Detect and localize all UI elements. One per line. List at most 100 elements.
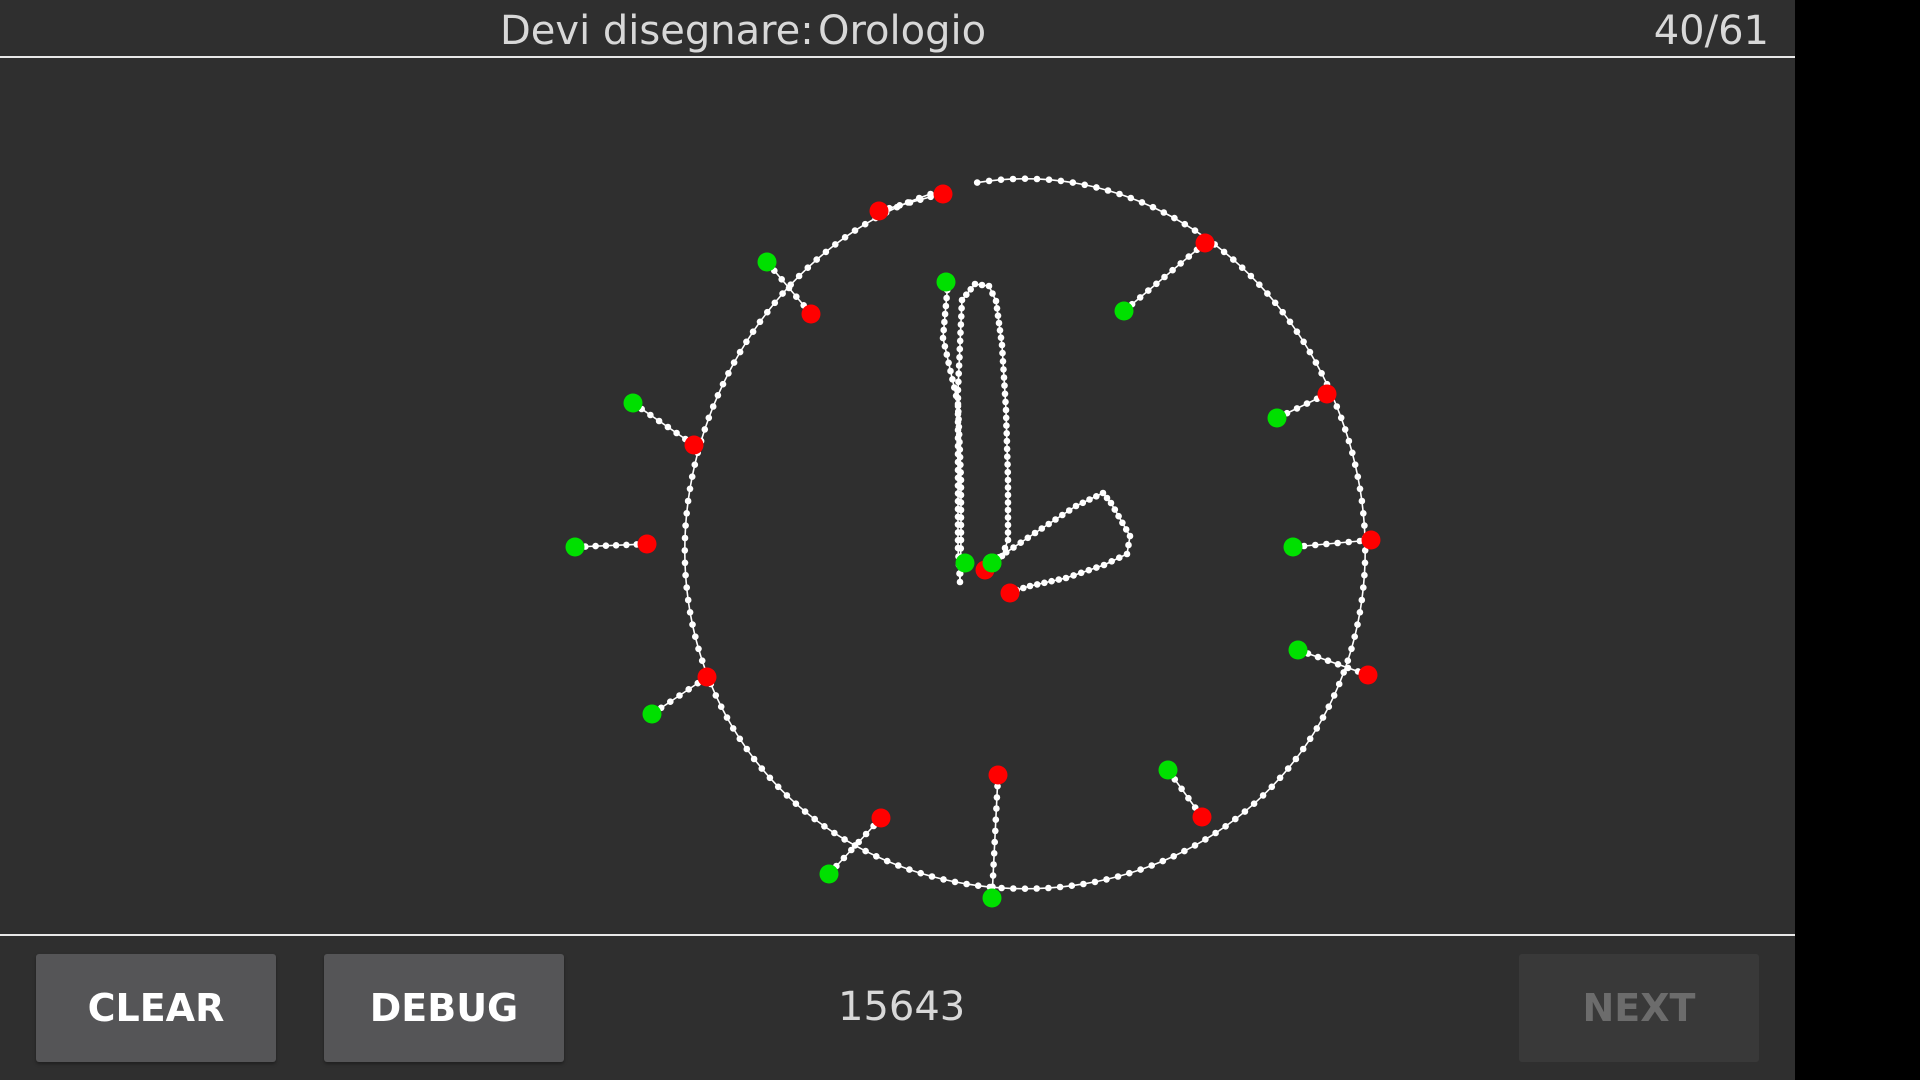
stroke-point [1004, 484, 1012, 491]
stroke-point [990, 850, 998, 857]
stroke-point [1169, 266, 1176, 274]
stroke-point [729, 725, 737, 732]
stroke-point [989, 290, 996, 297]
stroke-point [676, 692, 683, 699]
stroke-point [1116, 554, 1123, 561]
stroke-12 [869, 190, 945, 221]
stroke-point [1126, 532, 1134, 540]
stroke-point [999, 349, 1006, 357]
stroke-point [1334, 661, 1342, 668]
stroke-point [955, 378, 962, 386]
stroke-point [945, 359, 952, 367]
stroke-point [1045, 884, 1052, 892]
stroke-point [831, 829, 838, 837]
stroke-point [1334, 539, 1341, 547]
stroke-point [1299, 745, 1307, 753]
stroke-point [1077, 569, 1085, 577]
stroke-point [985, 177, 993, 185]
next-button: NEXT [1519, 954, 1759, 1062]
stroke-start-marker [757, 252, 777, 272]
stroke-point [999, 358, 1007, 365]
stroke-point [1247, 272, 1255, 280]
stroke-point [779, 290, 786, 297]
stroke-point [683, 510, 690, 517]
stroke-point [712, 692, 720, 699]
stroke-point [954, 410, 962, 418]
stroke-point [1358, 596, 1366, 604]
stroke-point [1004, 536, 1012, 544]
stroke-point [750, 755, 758, 763]
stroke-point [956, 337, 964, 345]
stroke-end-marker [871, 808, 891, 828]
stroke-point [1303, 400, 1311, 407]
stroke-point [993, 805, 1000, 812]
stroke-point [592, 542, 599, 550]
stroke-point [664, 423, 672, 431]
stroke-point [940, 326, 947, 334]
stroke-point [793, 293, 800, 300]
stroke-point [954, 402, 962, 410]
stroke-point [989, 872, 997, 879]
stroke-start-marker [623, 393, 643, 413]
stroke-point [997, 334, 1005, 342]
debug-button[interactable]: DEBUG [324, 954, 564, 1062]
clear-button[interactable]: CLEAR [36, 954, 276, 1062]
stroke-point [673, 429, 680, 437]
stroke-1 [1114, 233, 1215, 321]
stroke-point [1010, 544, 1017, 551]
stroke-start-marker [1114, 301, 1134, 321]
progress-counter: 40/61 [1653, 8, 1769, 54]
stroke-point [1324, 657, 1332, 664]
stroke-point [1065, 507, 1073, 514]
stroke-point [1070, 572, 1077, 579]
stroke-point [855, 838, 862, 846]
stroke-point [1116, 190, 1123, 198]
stroke-point [1292, 755, 1300, 763]
stroke-point [992, 297, 1000, 305]
stroke-point [1230, 256, 1237, 263]
stroke-point [954, 529, 962, 536]
stroke-point [1161, 273, 1168, 281]
stroke-point [725, 370, 732, 377]
stroke-point [1085, 566, 1093, 574]
stroke-point [956, 578, 964, 586]
stroke-point [1059, 511, 1066, 519]
stroke-point [954, 521, 962, 528]
stroke-point [1003, 422, 1010, 429]
stroke-point [1055, 576, 1063, 583]
stroke-point [1091, 878, 1099, 886]
stroke-point [1122, 526, 1130, 533]
stroke-point [689, 621, 696, 628]
stroke-point [851, 227, 859, 234]
stroke-point [1136, 294, 1144, 301]
stroke-point [1026, 582, 1034, 590]
stroke-point [954, 386, 962, 394]
stroke-point [1086, 496, 1093, 503]
stroke-point [1232, 815, 1239, 823]
stroke-2 [1267, 384, 1337, 428]
stroke-point [1004, 514, 1012, 521]
stroke-point [691, 461, 699, 469]
stroke-point [1286, 318, 1294, 326]
stroke-start-marker [565, 537, 585, 557]
stroke-start-marker [1288, 640, 1308, 660]
stroke-point [1001, 382, 1008, 389]
drawing-canvas[interactable] [0, 58, 1795, 934]
stroke-point [811, 815, 818, 823]
stroke-point [736, 348, 744, 356]
stroke-point [1323, 540, 1330, 548]
stroke-point [954, 513, 962, 521]
stroke-point [681, 547, 689, 554]
stroke-point [1045, 176, 1053, 183]
stroke-point [1003, 437, 1011, 445]
stroke-point [940, 876, 947, 883]
stroke-8 [642, 667, 717, 724]
stroke-point [995, 319, 1003, 327]
stroke-point [978, 281, 986, 289]
stroke-point [832, 241, 839, 248]
stroke-point [1354, 473, 1362, 481]
app-screen: Devi disegnare: Orologio 40/61 CLEAR DEB… [0, 0, 1795, 1080]
stroke-point [1202, 836, 1209, 843]
stroke-point [1276, 774, 1284, 782]
stroke-point [840, 854, 848, 862]
